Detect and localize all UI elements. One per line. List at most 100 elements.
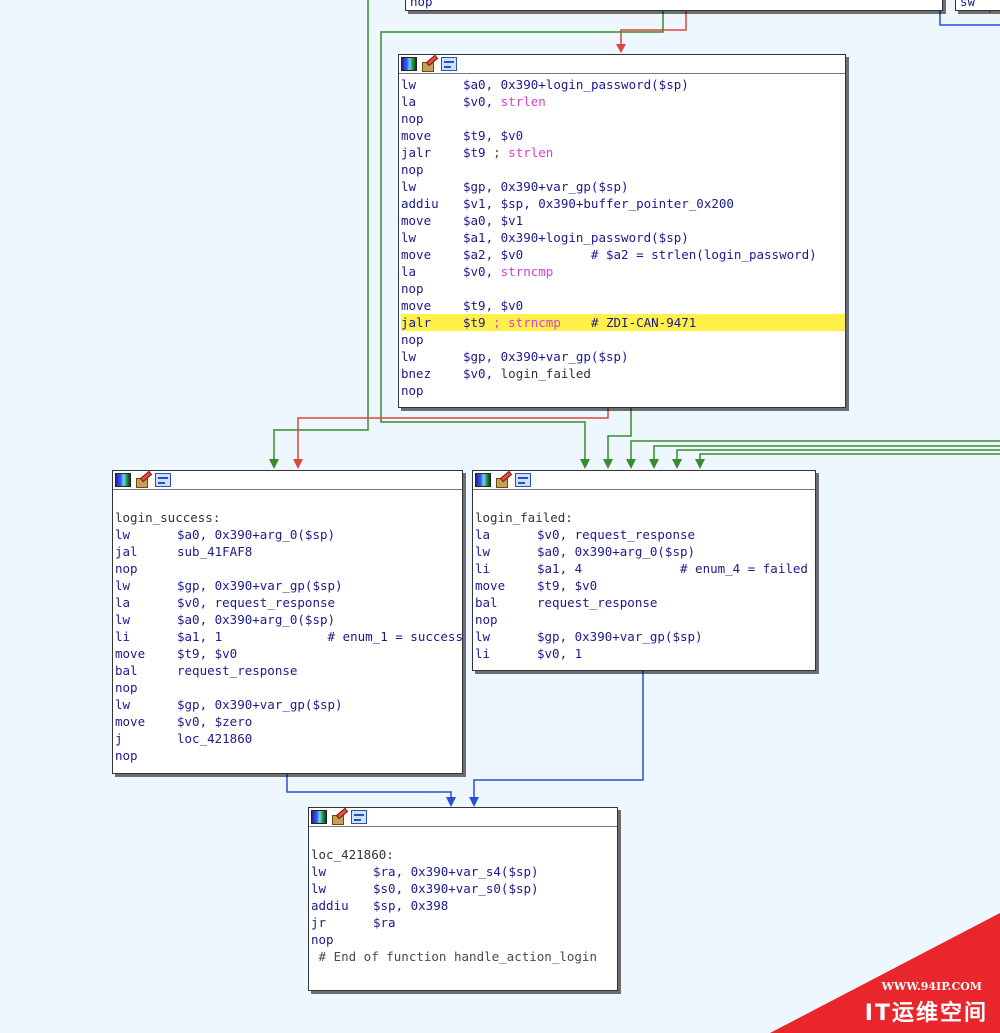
operand-segment: strlen: [508, 145, 554, 160]
instruction-line[interactable]: nop: [115, 747, 462, 764]
instruction-line[interactable]: lw $ra, 0x390+var_s4($sp): [311, 863, 617, 880]
instruction-mnemonic: bnez: [401, 366, 432, 381]
instruction-mnemonic: la: [115, 595, 131, 610]
instruction-mnemonic: la: [401, 94, 417, 109]
instruction-line[interactable]: bal request_response: [475, 594, 815, 611]
instruction-line[interactable]: la $v0, request_response: [115, 594, 462, 611]
instruction-mnemonic: nop: [115, 680, 138, 695]
instruction-line[interactable]: nop: [401, 110, 845, 127]
instruction-line[interactable]: la $v0, strlen: [401, 93, 845, 110]
instruction-line[interactable]: li $a1, 1 # enum_1 = success: [115, 628, 463, 645]
basic-block-loc-421860[interactable]: loc_421860: lw $ra, 0x390+var_s4($sp) lw $s…: [308, 807, 618, 991]
block-label[interactable]: login_success:: [115, 509, 220, 526]
instruction-line[interactable]: lw $gp, 0x390+var_gp($sp): [401, 348, 845, 365]
instruction-line[interactable]: addiu $v1, $sp, 0x390+buffer_pointer_0x20…: [401, 195, 845, 212]
edit-color-icon[interactable]: [421, 54, 439, 72]
instruction-mnemonic: nop: [311, 932, 334, 947]
instruction-line[interactable]: lw $gp, 0x390+var_gp($sp): [475, 628, 815, 645]
graph-canvas[interactable]: nop sw lw $a0, 0x390+login_password($sp) l…: [0, 0, 1000, 1033]
instruction-line[interactable]: lw $gp, 0x390+var_gp($sp): [401, 178, 845, 195]
instruction-mnemonic: nop: [401, 332, 424, 347]
instruction-line[interactable]: bal request_response: [115, 662, 462, 679]
instruction-line[interactable]: lw $a0, 0x390+login_password($sp): [401, 76, 845, 93]
instruction-line[interactable]: j loc_421860: [115, 730, 462, 747]
instruction-line[interactable]: bnez $v0, login_failed: [401, 365, 845, 382]
edit-color-icon[interactable]: [495, 470, 513, 488]
instruction-line[interactable]: move $t9, $v0: [115, 645, 462, 662]
instruction-mnemonic: lw: [401, 230, 417, 245]
instruction-line[interactable]: la $v0, strncmp: [401, 263, 845, 280]
basic-block-login-failed[interactable]: login_failed: la $v0, request_response lw $…: [472, 470, 816, 671]
instruction-operands: $gp, 0x390+var_gp($sp): [177, 696, 462, 713]
instruction-operands: $t9, $v0: [463, 297, 845, 314]
instruction-mnemonic: li: [475, 561, 491, 576]
operand-segment: $a1, 0x390+login_password($sp): [463, 230, 689, 245]
instruction-line[interactable]: nop: [401, 382, 845, 399]
instruction-operands: $t9 ; strlen: [463, 144, 845, 161]
instruction-line[interactable]: jr $ra: [311, 914, 617, 931]
block-label[interactable]: loc_421860:: [311, 846, 394, 863]
instruction-line[interactable]: move $t9, $v0: [401, 127, 845, 144]
instruction-operands: $a0, 0x390+arg_0($sp): [177, 526, 462, 543]
operand-segment: $ra: [373, 915, 396, 930]
instruction-line[interactable]: move $t9, $v0: [475, 577, 815, 594]
graph-overview-icon[interactable]: [311, 810, 327, 824]
operand-segment: $gp, 0x390+var_gp($sp): [177, 697, 343, 712]
operand-segment: $a1, 4 # enum_4 = failed: [537, 561, 808, 576]
partial-node-right[interactable]: sw: [955, 0, 1000, 11]
instruction-mnemonic: li: [475, 646, 491, 661]
graph-overview-icon[interactable]: [475, 473, 491, 487]
instruction-operands: $v0, login_failed: [463, 365, 845, 382]
xref-list-icon[interactable]: [155, 473, 171, 487]
instruction-line[interactable]: jalr $t9 ; strncmp # ZDI-CAN-9471: [401, 314, 845, 331]
partial-node-top[interactable]: nop: [405, 0, 943, 11]
instruction-line[interactable]: addiu $sp, 0x398: [311, 897, 617, 914]
instruction-line[interactable]: move $v0, $zero: [115, 713, 462, 730]
basic-block-login-success[interactable]: login_success: lw $a0, 0x390+arg_0($sp) ja…: [112, 470, 463, 774]
instruction-line[interactable]: lw $gp, 0x390+var_gp($sp): [115, 696, 462, 713]
instruction-line[interactable]: la $v0, request_response: [475, 526, 815, 543]
instruction-line[interactable]: nop: [401, 161, 845, 178]
instruction-line[interactable]: nop: [401, 331, 845, 348]
operand-segment: $t9, $v0: [537, 578, 598, 593]
instruction-line[interactable]: nop: [475, 611, 815, 628]
instruction-operands: $gp, 0x390+var_gp($sp): [177, 577, 462, 594]
basic-block-main[interactable]: lw $a0, 0x390+login_password($sp) la $v0, s…: [398, 54, 846, 408]
instruction-operands: $a1, 1 # enum_1 = success: [177, 628, 463, 645]
instruction-line[interactable]: jal sub_41FAF8: [115, 543, 462, 560]
instruction-mnemonic: move: [115, 714, 146, 729]
instruction-operands: [463, 280, 845, 297]
xref-list-icon[interactable]: [351, 810, 367, 824]
instruction-line[interactable]: nop: [115, 560, 462, 577]
block-label[interactable]: login_failed:: [475, 509, 573, 526]
instruction-line[interactable]: move $a2, $v0 # $a2 = strlen(login_passwo…: [401, 246, 845, 263]
instruction-mnemonic: nop: [401, 281, 424, 296]
instruction-line[interactable]: nop: [311, 931, 617, 948]
instruction-mnemonic: j: [115, 731, 123, 746]
instruction-operands: [463, 331, 845, 348]
instruction-line[interactable]: lw $a0, 0x390+arg_0($sp): [475, 543, 815, 560]
instruction-line[interactable]: lw $s0, 0x390+var_s0($sp): [311, 880, 617, 897]
instruction-operands: $gp, 0x390+var_gp($sp): [463, 178, 845, 195]
instruction-line[interactable]: move $a0, $v1: [401, 212, 845, 229]
instruction-operands: [177, 560, 462, 577]
instruction-line[interactable]: li $a1, 4 # enum_4 = failed: [475, 560, 815, 577]
instruction-line[interactable]: nop: [401, 280, 845, 297]
instruction-line[interactable]: move $t9, $v0: [401, 297, 845, 314]
edit-color-icon[interactable]: [331, 807, 349, 825]
instruction-line[interactable]: lw $a1, 0x390+login_password($sp): [401, 229, 845, 246]
edit-color-icon[interactable]: [135, 470, 153, 488]
instruction-line[interactable]: jalr $t9 ; strlen: [401, 144, 845, 161]
instruction-mnemonic: la: [475, 527, 491, 542]
xref-list-icon[interactable]: [441, 57, 457, 71]
instruction-line[interactable]: lw $gp, 0x390+var_gp($sp): [115, 577, 462, 594]
instruction-line[interactable]: lw $a0, 0x390+arg_0($sp): [115, 526, 462, 543]
graph-overview-icon[interactable]: [401, 57, 417, 71]
graph-overview-icon[interactable]: [115, 473, 131, 487]
xref-list-icon[interactable]: [515, 473, 531, 487]
instruction-line[interactable]: lw $a0, 0x390+arg_0($sp): [115, 611, 462, 628]
instruction-line[interactable]: li $v0, 1: [475, 645, 815, 662]
operand-segment: $v0, request_response: [177, 595, 336, 610]
instruction-line[interactable]: nop: [115, 679, 462, 696]
operand-segment: loc_421860: [177, 731, 253, 746]
